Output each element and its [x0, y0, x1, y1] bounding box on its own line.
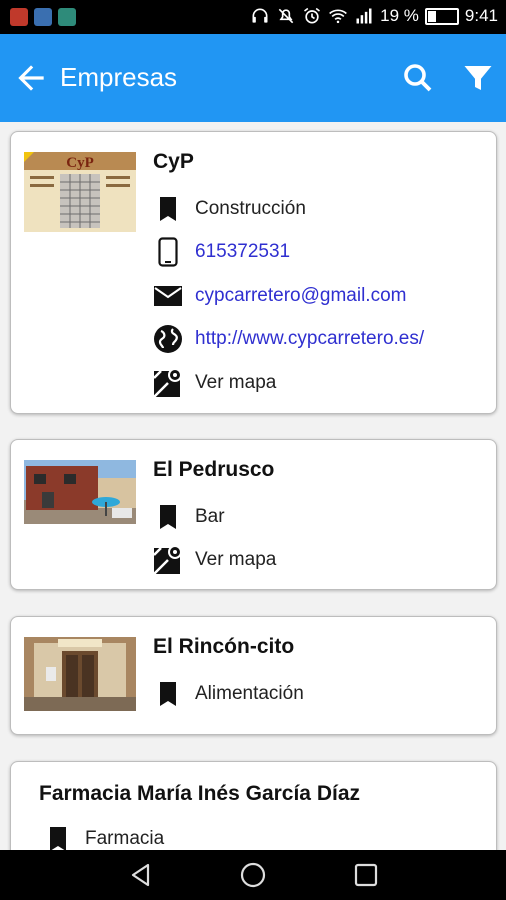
- app-bar: Empresas: [0, 34, 506, 122]
- music-app-icon: [10, 8, 28, 26]
- business-photo: [24, 460, 136, 524]
- gallery-app-icon: [58, 8, 76, 26]
- svg-text:CyP: CyP: [66, 155, 94, 171]
- status-bar: 19 % 9:41: [0, 0, 506, 34]
- email-row[interactable]: cypcarretero@gmail.com: [153, 281, 406, 311]
- map-icon: [153, 545, 183, 575]
- nav-home-icon[interactable]: [240, 862, 266, 888]
- website-row[interactable]: http://www.cypcarretero.es/: [153, 324, 424, 354]
- page-title: Empresas: [60, 62, 178, 92]
- globe-icon: [153, 324, 183, 354]
- business-card[interactable]: Farmacia María Inés García Díaz Farmacia: [10, 761, 497, 850]
- headphones-icon: [252, 8, 268, 23]
- battery-percent: 19 %: [380, 6, 419, 25]
- clock: 9:41: [464, 6, 498, 25]
- phone-row[interactable]: 615372531: [153, 237, 290, 267]
- category-label: Bar: [195, 506, 225, 527]
- wifi-icon: [329, 9, 348, 24]
- category-label: Construcción: [195, 198, 306, 219]
- phone-icon: [153, 237, 183, 267]
- bookmark-icon: [153, 502, 183, 532]
- nav-back-icon[interactable]: [128, 862, 154, 888]
- business-name: CyP: [153, 150, 194, 173]
- phone-link[interactable]: 615372531: [195, 241, 290, 263]
- business-list[interactable]: CyP CyP Construcción 615372531 cypcarret…: [0, 122, 506, 850]
- map-link[interactable]: Ver mapa: [195, 372, 276, 394]
- back-arrow-icon[interactable]: [12, 59, 50, 97]
- business-photo: [24, 637, 136, 711]
- email-icon: [153, 281, 183, 311]
- map-row[interactable]: Ver mapa: [153, 368, 276, 398]
- category-label: Farmacia: [85, 828, 165, 849]
- alarm-icon: [304, 7, 321, 24]
- website-link[interactable]: http://www.cypcarretero.es/: [195, 328, 424, 350]
- mute-icon: [278, 8, 294, 24]
- business-name: Farmacia María Inés García Díaz: [39, 782, 360, 805]
- battery-icon: [424, 7, 459, 25]
- filter-icon[interactable]: [460, 60, 496, 96]
- business-card[interactable]: CyP CyP Construcción 615372531 cypcarret…: [10, 131, 497, 414]
- business-name: El Rincón-cito: [153, 635, 295, 658]
- business-logo: CyP: [24, 152, 136, 232]
- map-icon: [153, 368, 183, 398]
- navigation-bar: [0, 850, 506, 900]
- category-row: Farmacia: [43, 824, 164, 850]
- bookmark-icon: [43, 824, 73, 850]
- map-row[interactable]: Ver mapa: [153, 545, 276, 575]
- business-card[interactable]: El Rincón-cito Alimentación: [10, 616, 497, 735]
- usb-icon: [34, 8, 52, 26]
- category-row: Alimentación: [153, 679, 304, 709]
- bookmark-icon: [153, 194, 183, 224]
- category-row: Bar: [153, 502, 225, 532]
- business-card[interactable]: El Pedrusco Bar Ver mapa: [10, 439, 497, 590]
- category-label: Alimentación: [195, 683, 304, 704]
- email-link[interactable]: cypcarretero@gmail.com: [195, 285, 406, 307]
- notification-icons: [10, 8, 76, 26]
- map-link[interactable]: Ver mapa: [195, 549, 276, 571]
- search-icon[interactable]: [400, 60, 436, 96]
- category-row: Construcción: [153, 194, 306, 224]
- signal-icon: [356, 8, 372, 24]
- bookmark-icon: [153, 679, 183, 709]
- nav-recents-icon[interactable]: [353, 862, 379, 888]
- business-name: El Pedrusco: [153, 458, 275, 481]
